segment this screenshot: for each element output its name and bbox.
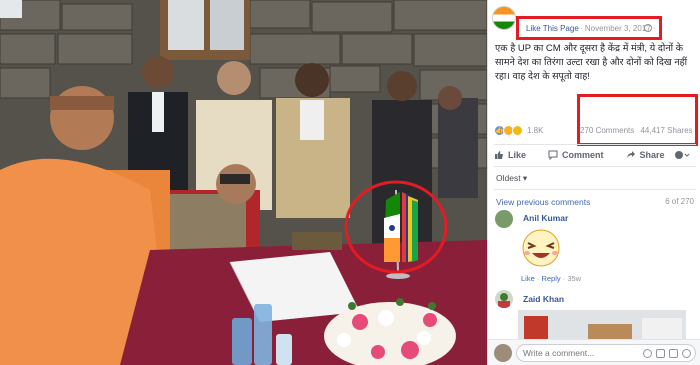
- user-avatar[interactable]: [494, 344, 512, 362]
- page-avatar[interactable]: [492, 6, 516, 30]
- commenter-name[interactable]: Anil Kumar: [523, 213, 568, 223]
- comment-time[interactable]: 35w: [567, 274, 581, 283]
- post-actions: Like Comment Share: [494, 145, 696, 165]
- emoji-icon[interactable]: [643, 349, 652, 358]
- laughing-sticker: [522, 229, 560, 267]
- view-previous-comments-link[interactable]: View previous comments: [496, 197, 590, 207]
- reaction-summary[interactable]: 👍 1.8K: [494, 123, 543, 137]
- commenter-avatar[interactable]: [495, 210, 513, 228]
- avatar-image: [498, 293, 510, 308]
- sticker-icon[interactable]: [682, 349, 691, 358]
- engagement-counts: 270 Comments 44,417 Shares: [580, 126, 697, 135]
- like-button-label: Like: [508, 150, 527, 160]
- comment-reply-link[interactable]: Reply: [541, 274, 560, 283]
- comment-image[interactable]: [518, 310, 686, 342]
- divider: [494, 166, 696, 167]
- comment-meta: Like · Reply · 35w: [521, 274, 582, 283]
- wow-reaction-icon: [512, 124, 523, 136]
- reaction-count: 1.8K: [527, 125, 544, 135]
- reaction-selector-icon[interactable]: [674, 150, 690, 160]
- comment-count-indicator: 6 of 270: [665, 197, 694, 206]
- comment-button-label: Comment: [562, 150, 604, 160]
- post-photo[interactable]: [0, 0, 487, 365]
- comment-composer: [488, 339, 700, 365]
- comment-sort-dropdown[interactable]: Oldest ▾: [496, 173, 527, 184]
- shares-count-link[interactable]: 44,417 Shares: [640, 126, 692, 135]
- commenter-avatar[interactable]: [495, 290, 513, 308]
- post-text: एक है UP का CM और दूसरा है केंद्र में मं…: [495, 43, 688, 82]
- composer-icons: [643, 349, 691, 358]
- post-panel: Like This Page · November 3, 2017 · एक ह…: [487, 0, 700, 365]
- globe-icon: [644, 24, 652, 32]
- like-button[interactable]: Like: [494, 150, 526, 160]
- comment-like-link[interactable]: Like: [521, 274, 535, 283]
- comment-button[interactable]: Comment: [548, 150, 604, 160]
- highlight-box-counts: [577, 94, 698, 146]
- share-button-label: Share: [639, 150, 665, 160]
- share-icon: [626, 151, 635, 158]
- comments-count-link[interactable]: 270 Comments: [580, 126, 634, 135]
- camera-icon[interactable]: [656, 349, 665, 358]
- thumbs-up-icon: [495, 151, 503, 159]
- gif-icon[interactable]: [669, 349, 678, 358]
- photo-scene: [0, 0, 487, 365]
- comment-image-content: [518, 310, 686, 342]
- like-page-link[interactable]: Like This Page: [526, 24, 579, 33]
- commenter-name[interactable]: Zaid Khan: [523, 294, 564, 304]
- divider: [494, 189, 696, 190]
- post-header: Like This Page · November 3, 2017 ·: [488, 0, 700, 36]
- comment-icon: [548, 150, 558, 160]
- share-button[interactable]: Share: [626, 150, 665, 160]
